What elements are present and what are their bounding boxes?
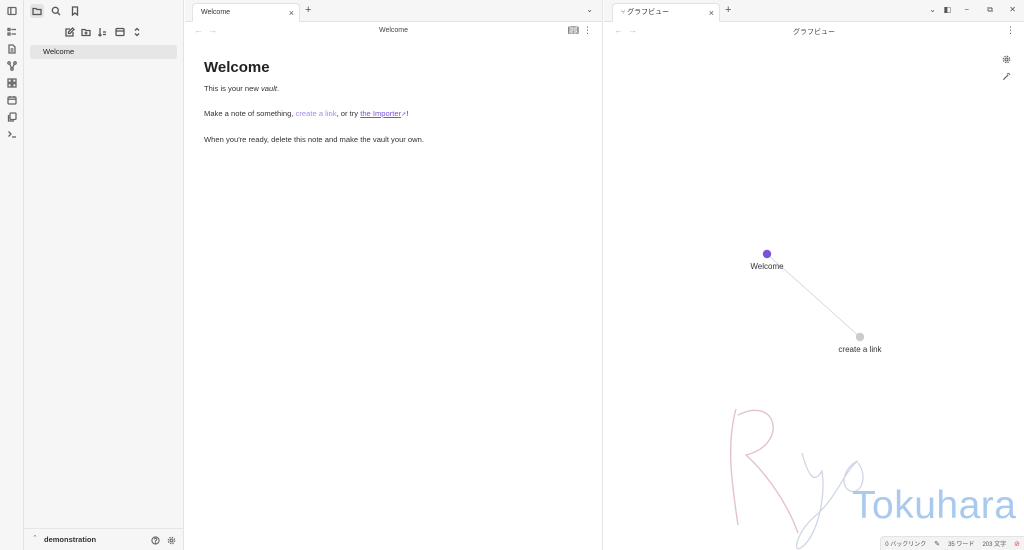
chevron-down-icon[interactable]: ⌄	[929, 5, 936, 14]
tab-label: Welcome	[201, 9, 231, 16]
new-note-icon[interactable]	[64, 26, 76, 38]
view-title[interactable]: Welcome	[185, 27, 602, 34]
view-header-right: ← → グラフビュー ⋮	[604, 22, 1024, 40]
sort-icon[interactable]	[96, 26, 108, 38]
backlinks-count[interactable]: 0 バックリンク	[885, 539, 926, 548]
view-header: ← → Welcome 📖︎ ⋮	[185, 22, 602, 40]
files-icon[interactable]	[5, 42, 19, 56]
calendar-icon[interactable]	[5, 93, 19, 107]
templates-icon[interactable]	[5, 110, 19, 124]
note-heading: Welcome	[204, 59, 270, 76]
file-explorer-toolbar	[24, 24, 184, 40]
graph-tab-icon: ⑂	[621, 9, 626, 16]
canvas-icon[interactable]	[5, 76, 19, 90]
word-count: 35 ワード	[948, 542, 975, 548]
terminal-icon[interactable]	[5, 127, 19, 141]
internal-link-create-a-link[interactable]: create a link	[296, 109, 337, 118]
tab-bar: Welcome × + ⌄	[185, 0, 602, 22]
note-content[interactable]: Welcome This is your new vault. Make a n…	[204, 59, 584, 160]
graph-node-create-a-link[interactable]	[855, 332, 865, 342]
vault-switcher: ⌃ demonstration	[24, 528, 184, 550]
sidebar-tab-header	[24, 0, 184, 22]
paragraph-3: When you're ready, delete this note and …	[204, 135, 424, 144]
file-explorer-sidebar: Welcome ⌃ demonstration	[24, 0, 184, 550]
new-tab-icon[interactable]: +	[725, 4, 731, 16]
graph-pane: ⑂ グラフビュー × + ⌄ ◧ − ⧉ ✕ ← → グラフビュー ⋮ Welc…	[604, 0, 1024, 550]
paragraph-1: This is your new vault.	[204, 84, 280, 93]
file-item-welcome[interactable]: Welcome	[30, 45, 177, 59]
new-folder-icon[interactable]	[80, 26, 92, 38]
chevron-updown-icon[interactable]: ⌃	[32, 534, 38, 542]
vault-name[interactable]: demonstration	[44, 535, 96, 544]
char-count: 203 文字	[982, 542, 1007, 548]
tab-graph-view[interactable]: ⑂ グラフビュー ×	[612, 3, 720, 22]
graph-node-label: Welcome	[750, 262, 784, 271]
help-icon[interactable]	[149, 534, 161, 546]
tab-bar-right: ⑂ グラフビュー × + ⌄ ◧ − ⧉ ✕	[604, 0, 1024, 22]
quick-switcher-icon[interactable]	[5, 25, 19, 39]
view-title[interactable]: グラフビュー	[604, 27, 1024, 37]
external-link-importer[interactable]: the Importer	[360, 109, 401, 118]
editor-pane: Welcome × + ⌄ ← → Welcome 📖︎ ⋮ Welcome T…	[185, 0, 603, 550]
graph-node-welcome[interactable]	[762, 249, 772, 259]
settings-gear-icon[interactable]	[165, 534, 177, 546]
graph-node-label: create a link	[838, 345, 882, 354]
more-options-icon[interactable]: ⋮	[1006, 25, 1015, 36]
new-tab-icon[interactable]: +	[305, 4, 311, 16]
edit-icon[interactable]: ✎	[934, 540, 940, 548]
paragraph-2: Make a note of something, create a link,…	[204, 109, 409, 118]
minimize-icon[interactable]: −	[964, 5, 969, 14]
right-sidebar-toggle-icon[interactable]: ◧	[943, 5, 951, 14]
chevron-down-icon[interactable]: ⌄	[586, 5, 593, 14]
bookmark-icon[interactable]	[68, 4, 82, 18]
left-ribbon	[0, 0, 24, 550]
window-close-icon[interactable]: ✕	[1009, 5, 1016, 14]
graph-canvas[interactable]: Welcome create a link	[604, 40, 1024, 550]
status-bar: 0 バックリンク ✎ 35 ワード 203 文字 ⊘	[880, 536, 1024, 550]
close-icon[interactable]: ×	[709, 4, 714, 22]
folder-icon[interactable]	[30, 4, 44, 18]
reading-view-icon[interactable]: 📖︎	[568, 25, 579, 36]
graph-view-icon[interactable]	[5, 59, 19, 73]
sync-off-icon[interactable]: ⊘	[1014, 540, 1020, 548]
tab-welcome[interactable]: Welcome ×	[192, 3, 300, 22]
watermark-text: Tokuhara	[852, 484, 1017, 527]
expand-icon[interactable]	[131, 26, 143, 38]
tab-label: グラフビュー	[627, 9, 670, 16]
search-icon[interactable]	[49, 4, 63, 18]
restore-icon[interactable]: ⧉	[987, 5, 993, 15]
sidebar-toggle-icon[interactable]	[5, 4, 19, 18]
more-options-icon[interactable]: ⋮	[583, 25, 592, 36]
collapse-all-icon[interactable]	[114, 26, 126, 38]
close-icon[interactable]: ×	[289, 4, 294, 22]
